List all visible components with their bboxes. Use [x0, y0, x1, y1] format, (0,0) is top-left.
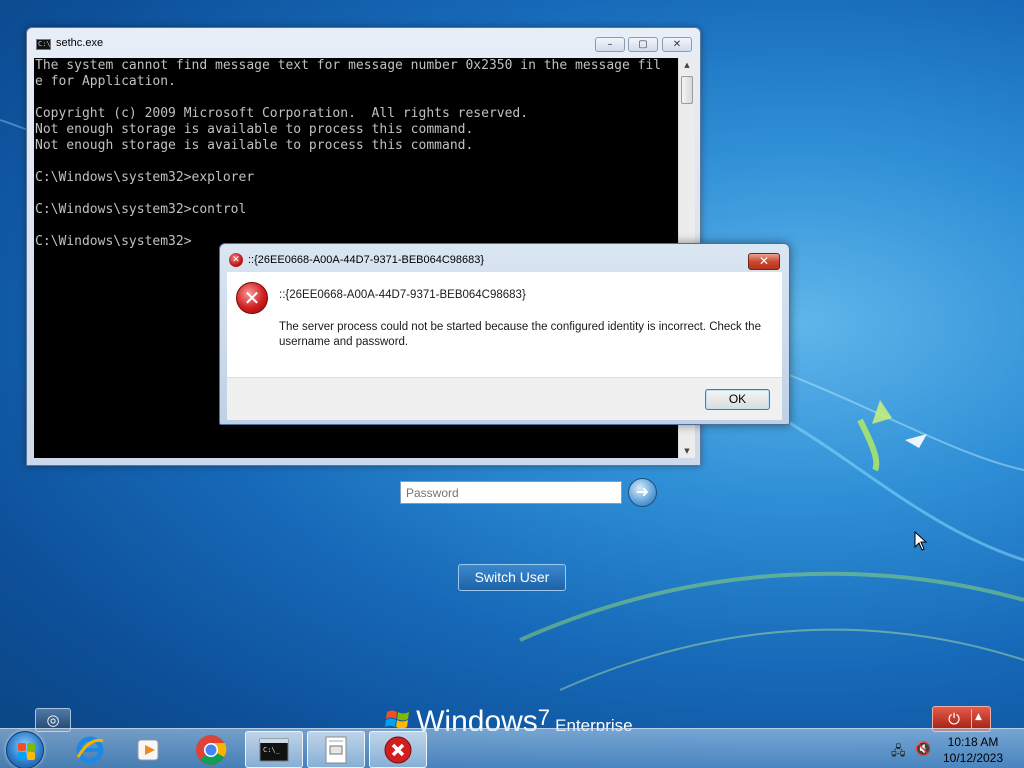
console-line: C:\Windows\system32>control [35, 202, 247, 217]
ease-of-access-icon: ◎ [46, 711, 60, 729]
application-window-icon [325, 736, 347, 763]
taskbar: C:\_ 🖧 🔇 10:18 AM 10/12/2023 [0, 728, 1024, 768]
taskbar-command-prompt[interactable]: C:\_ [245, 731, 303, 768]
console-app-icon: C:\ [36, 39, 51, 50]
ok-button[interactable]: OK [705, 389, 770, 410]
power-icon: ⏻ [948, 710, 960, 728]
console-line: Copyright (c) 2009 Microsoft Corporation… [35, 106, 529, 121]
taskbar-internet-explorer[interactable] [61, 731, 119, 768]
console-title: sethc.exe [56, 37, 104, 49]
branding-version: 7 [537, 705, 551, 730]
scroll-down-icon[interactable]: ▼ [679, 444, 695, 458]
password-field[interactable] [400, 481, 622, 504]
start-button[interactable] [6, 731, 44, 768]
clock[interactable]: 10:18 AM 10/12/2023 [938, 734, 1008, 766]
media-player-icon [137, 739, 159, 760]
clock-date: 10/12/2023 [942, 751, 1004, 765]
dialog-content: ✕ ::{26EE0668-A00A-44D7-9371-BEB064C9868… [227, 272, 782, 377]
error-icon: ✕ [229, 253, 243, 267]
scroll-up-icon[interactable]: ▲ [679, 58, 695, 72]
error-icon [384, 736, 412, 763]
dialog-close-button[interactable]: ✕ [748, 253, 780, 270]
dialog-heading: ::{26EE0668-A00A-44D7-9371-BEB064C98683} [279, 289, 526, 301]
taskbar-application-window[interactable] [307, 731, 365, 768]
svg-text:C:\_: C:\_ [263, 746, 281, 754]
chrome-icon [196, 734, 227, 765]
volume-muted-icon[interactable]: 🔇 [915, 742, 931, 757]
close-button[interactable]: ✕ [662, 37, 692, 52]
console-line: The system cannot find message text for … [35, 58, 662, 73]
maximize-button[interactable]: ▢ [628, 37, 658, 52]
dialog-message: The server process could not be started … [279, 321, 761, 348]
dialog-title: ::{26EE0668-A00A-44D7-9371-BEB064C98683} [248, 254, 485, 266]
mouse-cursor-icon [914, 531, 928, 551]
network-icon[interactable]: 🖧 [891, 742, 906, 764]
console-line: C:\Windows\system32>explorer [35, 170, 255, 185]
console-line: Not enough storage is available to proce… [35, 138, 474, 153]
chevron-up-icon[interactable]: ▲ [975, 712, 982, 722]
arrow-right-icon: ➜ [635, 482, 650, 501]
taskbar-chrome[interactable] [182, 731, 240, 768]
dialog-titlebar[interactable]: ✕ ::{26EE0668-A00A-44D7-9371-BEB064C9868… [220, 244, 789, 272]
dialog-footer: OK [227, 377, 782, 420]
console-line: Not enough storage is available to proce… [35, 122, 474, 137]
error-icon: ✕ [236, 282, 268, 314]
internet-explorer-icon [76, 736, 104, 763]
scroll-thumb[interactable] [681, 76, 693, 104]
console-line: e for Application. [35, 74, 176, 89]
divider [971, 709, 972, 729]
taskbar-error-dialog[interactable] [369, 731, 427, 768]
clock-time: 10:18 AM [947, 735, 999, 749]
console-titlebar[interactable]: C:\ sethc.exe – ▢ ✕ [27, 28, 700, 58]
taskbar-media-player[interactable] [120, 731, 178, 768]
minimize-button[interactable]: – [595, 37, 625, 52]
error-dialog[interactable]: ✕ ::{26EE0668-A00A-44D7-9371-BEB064C9868… [219, 243, 790, 425]
submit-arrow-button[interactable]: ➜ [628, 478, 657, 507]
command-prompt-icon: C:\_ [259, 738, 289, 761]
switch-user-button[interactable]: Switch User [458, 564, 566, 591]
